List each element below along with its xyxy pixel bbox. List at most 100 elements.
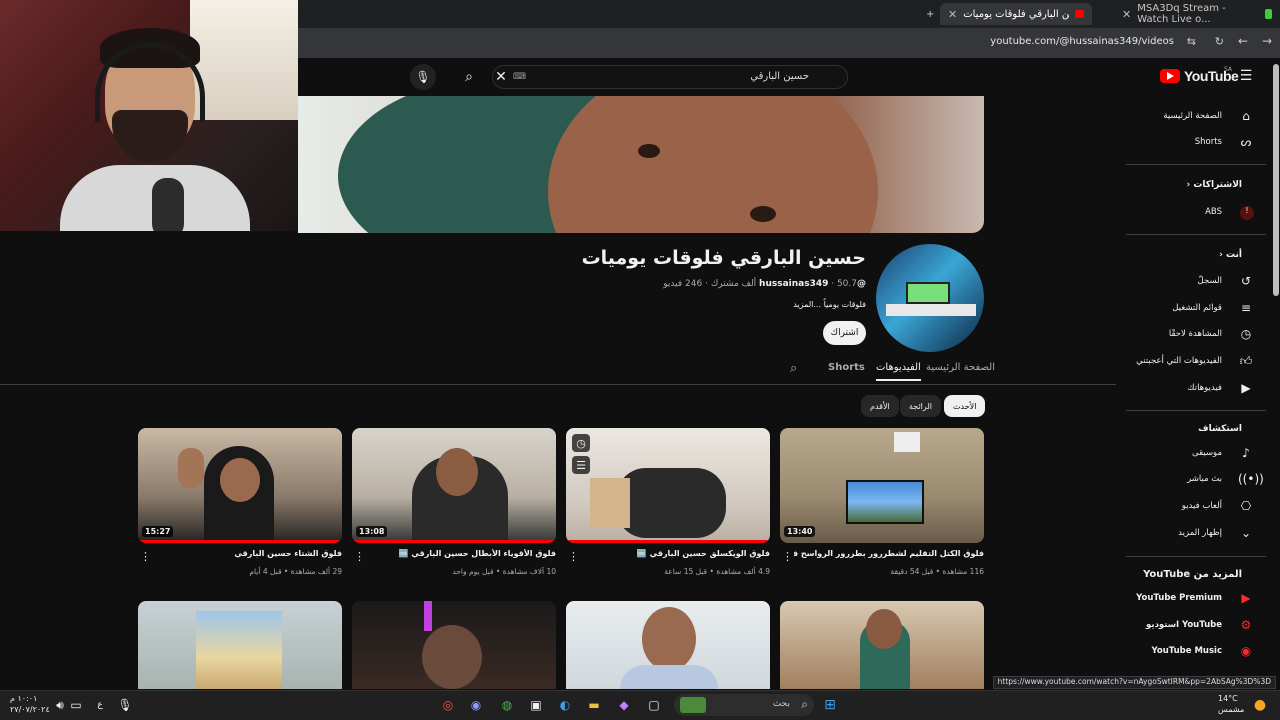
video-thumbnail[interactable]: 13:40 bbox=[780, 428, 984, 543]
video-title[interactable]: فلوق الكتل التقليم لشطررور بطررور الرواس… bbox=[794, 549, 984, 558]
search-input[interactable]: ⌨ حسين البارقي bbox=[492, 65, 848, 89]
video-thumbnail[interactable] bbox=[780, 601, 984, 689]
keyboard-icon[interactable]: ⌨ bbox=[513, 72, 526, 82]
video-thumbnail[interactable]: 15:27 bbox=[138, 428, 342, 543]
video-meta: 116 مشاهدة • قبل 54 دقيقة bbox=[890, 567, 984, 576]
sidebar-item-show-more[interactable]: إظهار المزيد ⌄ bbox=[1116, 521, 1272, 547]
voice-search-icon[interactable]: 🎙 bbox=[410, 64, 436, 90]
subscribe-button[interactable]: اشتراك bbox=[823, 321, 866, 345]
channel-search-icon[interactable]: ⌕ bbox=[790, 361, 797, 376]
video-thumbnail[interactable]: ◷ ☰ bbox=[566, 428, 770, 543]
video-thumbnail[interactable] bbox=[138, 601, 342, 689]
chip-latest[interactable]: الأحدث bbox=[944, 395, 986, 417]
video-meta: 29 ألف مشاهدة • قبل 4 أيام bbox=[249, 567, 342, 576]
sidebar-item-home[interactable]: الصفحة الرئيسية ⌂ bbox=[1116, 104, 1272, 130]
search-highlight-icon bbox=[680, 697, 706, 713]
obs-icon[interactable]: ◎ bbox=[438, 696, 458, 714]
chevron-down-icon: ⌄ bbox=[1240, 526, 1252, 540]
app-icon[interactable]: ◆ bbox=[614, 696, 634, 714]
video-title[interactable]: فلوق الشتاء حسين البارقي bbox=[152, 549, 342, 558]
more-actions-icon[interactable]: ⋮ bbox=[568, 550, 579, 563]
playlist-icon: ≡ bbox=[1240, 301, 1252, 315]
sidebar-item-live[interactable]: بث مباشر ((•)) bbox=[1116, 467, 1272, 493]
sidebar-item-label: Shorts bbox=[1194, 137, 1222, 147]
microphone-icon[interactable]: 🎙 bbox=[115, 696, 135, 714]
weather-temp: 14°C bbox=[1218, 694, 1238, 703]
more-actions-icon[interactable]: ⋮ bbox=[140, 550, 151, 563]
sidebar-item-label: إظهار المزيد bbox=[1178, 528, 1222, 538]
sidebar-item-subscription[interactable]: ABS ! bbox=[1116, 200, 1272, 226]
video-title[interactable]: فلوق الويكسلق حسين البارقي 🆒 bbox=[580, 549, 770, 558]
network-icon[interactable]: ▭ bbox=[66, 696, 86, 714]
video-title[interactable]: فلوق الأقوياء الأبطال حسين البارقي 🆒 bbox=[366, 549, 556, 558]
forward-icon[interactable]: → bbox=[1262, 34, 1272, 48]
sidebar-item-music-app[interactable]: YouTube Music ◉ bbox=[1116, 639, 1272, 665]
sidebar-item-music[interactable]: موسيقى ♪ bbox=[1116, 441, 1272, 467]
home-icon: ⌂ bbox=[1242, 109, 1250, 123]
more-actions-icon[interactable]: ⋮ bbox=[354, 550, 365, 563]
sidebar-item-liked[interactable]: الفيديوهات التي أعجبتني 👍︎ bbox=[1116, 349, 1272, 375]
sidebar-item-gaming[interactable]: ألعاب فيديو ⎔ bbox=[1116, 494, 1272, 520]
language-indicator[interactable]: ع bbox=[90, 696, 110, 714]
more-link[interactable]: ...المزيد bbox=[793, 300, 821, 309]
clock-time: ١٠:٠١ م bbox=[10, 694, 38, 703]
tab-shorts[interactable]: Shorts bbox=[828, 362, 865, 373]
video-thumbnail[interactable] bbox=[352, 601, 556, 689]
windows-start-icon[interactable]: ⊞ bbox=[820, 696, 840, 714]
sidebar-item-shorts[interactable]: Shorts ᔕ bbox=[1116, 130, 1272, 156]
close-tab-icon[interactable]: ✕ bbox=[1122, 8, 1131, 21]
you-heading[interactable]: أنت ‹ bbox=[1219, 250, 1242, 260]
watch-later-icon[interactable]: ◷ bbox=[572, 434, 590, 452]
video-thumbnail[interactable] bbox=[566, 601, 770, 689]
back-icon[interactable]: ← bbox=[1238, 34, 1248, 48]
tab-title: MSA3Dq Stream - Watch Live o... bbox=[1137, 3, 1226, 25]
discord-icon[interactable]: ◉ bbox=[466, 696, 486, 714]
file-explorer-icon[interactable]: ▬ bbox=[584, 696, 604, 714]
sidebar-item-premium[interactable]: YouTube Premium ▶ bbox=[1116, 586, 1272, 612]
taskbar-search[interactable]: بحث ⌕ bbox=[674, 694, 814, 716]
scrollbar-thumb[interactable] bbox=[1273, 64, 1279, 296]
browser-tab-youtube[interactable]: ✕ حسين البارقي فلوقات يوميات - ... bbox=[940, 3, 1092, 25]
menu-icon[interactable]: ☰ bbox=[1238, 68, 1254, 84]
channel-avatar[interactable] bbox=[876, 244, 984, 352]
subscriptions-heading[interactable]: الاشتراكات ‹ bbox=[1187, 180, 1243, 190]
translate-icon[interactable]: ⇆ bbox=[1187, 35, 1196, 48]
chrome-icon[interactable]: ◍ bbox=[497, 696, 517, 714]
weather-widget[interactable]: 14°C مشمس bbox=[1218, 693, 1244, 715]
browser-tab-msa3dq[interactable]: ✕ MSA3Dq Stream - Watch Live o... bbox=[1114, 3, 1280, 25]
search-icon[interactable]: ⌕ bbox=[456, 64, 482, 90]
tab-videos[interactable]: الفيديوهات bbox=[876, 362, 921, 381]
add-to-queue-icon[interactable]: ☰ bbox=[572, 456, 590, 474]
more-actions-icon[interactable]: ⋮ bbox=[782, 550, 793, 563]
task-view-icon[interactable]: ▢ bbox=[644, 696, 664, 714]
new-tab-button[interactable]: + bbox=[918, 3, 942, 25]
youtube-play-icon bbox=[1160, 69, 1180, 83]
youtube-logo[interactable]: YouTube SA bbox=[1160, 66, 1239, 84]
sidebar-item-playlists[interactable]: قوائم التشغيل ≡ bbox=[1116, 296, 1272, 322]
clear-search-icon[interactable]: ✕ bbox=[492, 66, 510, 88]
store-icon[interactable]: ▣ bbox=[526, 696, 546, 714]
sidebar-item-label: YouTube استوديو bbox=[1146, 620, 1222, 630]
sidebar-item-history[interactable]: السجلّ ↺ bbox=[1116, 269, 1272, 295]
reload-icon[interactable]: ↻ bbox=[1215, 35, 1224, 48]
shorts-icon: ᔕ bbox=[1240, 135, 1252, 149]
youtube-music-icon: ◉ bbox=[1240, 644, 1252, 658]
channel-description[interactable]: فلوقات يومياً ...المزيد bbox=[793, 300, 866, 309]
chip-oldest[interactable]: الأقدم bbox=[861, 395, 899, 417]
music-icon: ♪ bbox=[1242, 446, 1250, 460]
edge-icon[interactable]: ◐ bbox=[555, 696, 575, 714]
close-tab-icon[interactable]: ✕ bbox=[948, 8, 957, 21]
tab-home[interactable]: الصفحة الرئيسية bbox=[926, 362, 995, 373]
sidebar-item-label: ABS bbox=[1205, 207, 1222, 217]
tabs-divider bbox=[0, 384, 1116, 385]
sidebar-item-your-videos[interactable]: فيديوهاتك ▶ bbox=[1116, 376, 1272, 402]
video-thumbnail[interactable]: 13:08 bbox=[352, 428, 556, 543]
youtube-favicon-icon bbox=[1074, 10, 1084, 18]
chip-popular[interactable]: الرائجة bbox=[900, 395, 941, 417]
taskbar-clock[interactable]: ١٠:٠١ م ٢٧/٠٧/٢٠٢٤ bbox=[10, 693, 50, 715]
url-field[interactable]: youtube.com/@hussainas349/videos bbox=[990, 36, 1174, 47]
history-icon: ↺ bbox=[1240, 274, 1252, 288]
sidebar-item-watch-later[interactable]: المشاهدة لاحقًا ◷ bbox=[1116, 322, 1272, 348]
sun-icon: ● bbox=[1253, 697, 1267, 713]
sidebar-item-studio[interactable]: YouTube استوديو ⚙ bbox=[1116, 613, 1272, 639]
